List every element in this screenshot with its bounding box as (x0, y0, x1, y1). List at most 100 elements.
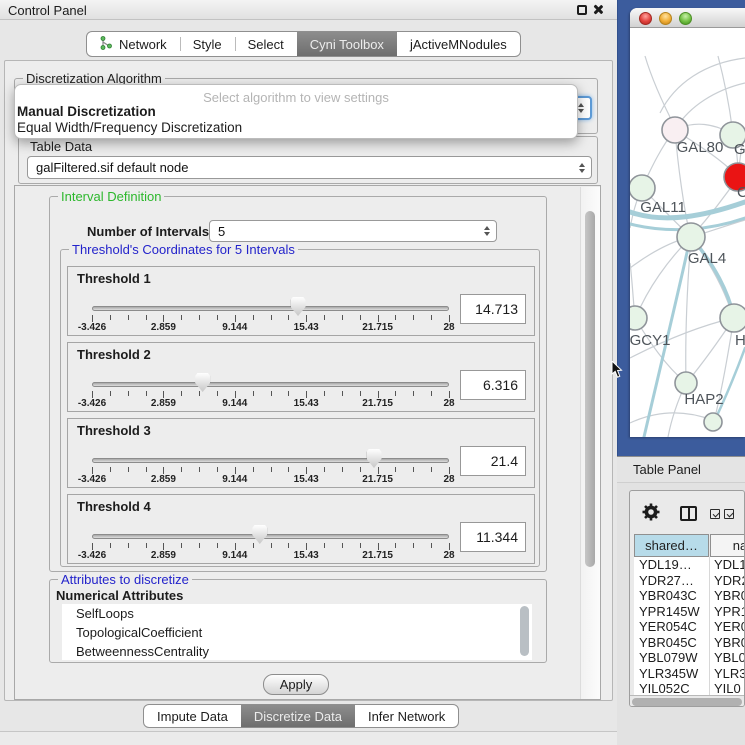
gear-icon[interactable] (642, 503, 660, 524)
checkbox-icon[interactable] (710, 509, 720, 519)
table-row[interactable]: YDR27…YDR2 (634, 573, 745, 589)
column-header-shared-name[interactable]: shared… (634, 534, 709, 557)
table-row[interactable]: YIL052CYIL0 (634, 681, 745, 696)
slider-track[interactable] (92, 306, 449, 311)
table-row[interactable]: YBR043CYBR0 (634, 588, 745, 604)
tab-discretize-data[interactable]: Discretize Data (241, 705, 355, 727)
cell-shared-name[interactable]: YDR27… (634, 573, 710, 589)
threshold-box: Threshold 3 -3.4262.8599.14415.4321.7152… (67, 418, 535, 488)
tab-label: Discretize Data (254, 709, 342, 724)
threshold-value-field[interactable]: 14.713 (460, 294, 526, 324)
table-row[interactable]: YDL19…YDL1 (634, 557, 745, 573)
cell-name[interactable]: YBR0 (710, 588, 745, 604)
number-of-intervals-combobox[interactable]: 5 (209, 220, 497, 242)
show-columns-icon[interactable] (680, 506, 697, 521)
network-node[interactable] (720, 304, 745, 332)
group-title: Threshold's Coordinates for 5 Intervals (69, 243, 298, 257)
cell-name[interactable]: YLR3 (710, 666, 745, 682)
tab-label: Cyni Toolbox (310, 37, 384, 52)
network-node[interactable] (630, 175, 655, 201)
tab-label: jActiveMNodules (410, 37, 507, 52)
cell-name[interactable]: YBL0 (710, 650, 745, 666)
threshold-box: Threshold 4 -3.4262.8599.14415.4321.7152… (67, 494, 535, 564)
float-window-icon[interactable] (577, 5, 587, 15)
table-panel-title: Table Panel (633, 462, 701, 477)
slider-track[interactable] (92, 458, 449, 463)
tab-select[interactable]: Select (235, 32, 297, 56)
network-node[interactable] (704, 413, 722, 431)
threshold-value-field[interactable]: 11.344 (460, 522, 526, 552)
slider-thumb[interactable] (252, 525, 267, 544)
slider-thumb[interactable] (291, 297, 306, 316)
tab-jactivemnodules[interactable]: jActiveMNodules (397, 32, 520, 56)
cell-name[interactable]: YPR1 (710, 604, 745, 620)
cell-name[interactable]: YBR0 (710, 635, 745, 651)
slider-track[interactable] (92, 382, 449, 387)
checkbox-icon[interactable] (724, 509, 734, 519)
network-window-titlebar (630, 8, 745, 28)
table-hscrollbar-thumb[interactable] (632, 698, 742, 706)
threshold-value-field[interactable]: 6.316 (460, 370, 526, 400)
apply-button[interactable]: Apply (263, 674, 329, 695)
network-edge[interactable] (676, 83, 745, 128)
table-row[interactable]: YBR045CYBR0 (634, 635, 745, 651)
list-scrollbar[interactable] (520, 606, 529, 656)
table-data-combobox[interactable]: galFiltered.sif default node (27, 156, 592, 179)
right-region: GAL80GACGAL11GAL4GCY1HHAP2 Table Panel (617, 0, 745, 745)
tab-infer-network[interactable]: Infer Network (355, 705, 458, 727)
numerical-attributes-list[interactable]: SelfLoopsTopologicalCoefficientBetweenne… (62, 604, 532, 660)
close-icon[interactable] (592, 4, 603, 15)
slider-track[interactable] (92, 534, 449, 539)
algorithm-option[interactable]: Equal Width/Frequency Discretization (17, 120, 575, 136)
attribute-item[interactable]: SelfLoops (62, 604, 532, 623)
tab-label: Style (193, 37, 222, 52)
attribute-item[interactable]: TopologicalCoefficient (62, 623, 532, 642)
cell-name[interactable]: YDL1 (710, 557, 745, 573)
table-panel-titlebar: Table Panel (617, 456, 745, 483)
slider-thumb[interactable] (367, 449, 382, 468)
network-node[interactable] (630, 306, 647, 330)
cell-shared-name[interactable]: YBR043C (634, 588, 710, 604)
settings-scrollbar-track[interactable] (580, 187, 600, 699)
network-node[interactable] (677, 223, 705, 251)
slider-thumb[interactable] (195, 373, 210, 392)
tab-cyni-toolbox[interactable]: Cyni Toolbox (297, 32, 397, 56)
cell-name[interactable]: YIL0 (710, 681, 745, 696)
tab-impute-data[interactable]: Impute Data (144, 705, 241, 727)
cell-shared-name[interactable]: YLR345W (634, 666, 710, 682)
column-header-name[interactable]: na (710, 534, 745, 557)
tab-style[interactable]: Style (180, 32, 235, 56)
zoom-traffic-light-icon[interactable] (679, 12, 692, 25)
numerical-attributes-label: Numerical Attributes (56, 588, 183, 603)
cell-name[interactable]: YDR2 (710, 573, 745, 589)
cell-name[interactable]: YER0 (710, 619, 745, 635)
table-row[interactable]: YER054CYER0 (634, 619, 745, 635)
settings-scrollbar-thumb[interactable] (585, 211, 595, 567)
network-canvas[interactable]: GAL80GACGAL11GAL4GCY1HHAP2 (630, 28, 745, 437)
attribute-item[interactable]: BetweennessCentrality (62, 642, 532, 660)
threshold-label: Threshold 1 (77, 271, 151, 286)
cell-shared-name[interactable]: YBR045C (634, 635, 710, 651)
node-label: HAP2 (684, 391, 723, 408)
algorithm-option[interactable]: Manual Discretization (17, 104, 575, 120)
table-hscrollbar-track[interactable] (630, 695, 745, 707)
cell-shared-name[interactable]: YDL19… (634, 557, 710, 573)
table-row[interactable]: YPR145WYPR1 (634, 604, 745, 620)
combo-stepper-icon (579, 163, 585, 173)
network-edge[interactable] (660, 58, 745, 113)
table-panel: shared… na YDL19…YDL1YDR27…YDR2YBR043CYB… (629, 490, 745, 707)
table-row[interactable]: YBL079WYBL0 (634, 650, 745, 666)
attributes-group: Attributes to discretize Numerical Attri… (49, 579, 547, 663)
threshold-box: Threshold 1 -3.4262.8599.14415.4321.7152… (67, 266, 535, 336)
minimize-traffic-light-icon[interactable] (659, 12, 672, 25)
close-traffic-light-icon[interactable] (639, 12, 652, 25)
node-label: GCY1 (630, 332, 670, 349)
cell-shared-name[interactable]: YPR145W (634, 604, 710, 620)
cell-shared-name[interactable]: YER054C (634, 619, 710, 635)
group-title: Attributes to discretize (58, 573, 192, 587)
threshold-value-field[interactable]: 21.4 (460, 446, 526, 476)
table-row[interactable]: YLR345WYLR3 (634, 666, 745, 682)
tab-network[interactable]: Network (87, 32, 180, 56)
cell-shared-name[interactable]: YBL079W (634, 650, 710, 666)
cell-shared-name[interactable]: YIL052C (634, 681, 710, 696)
